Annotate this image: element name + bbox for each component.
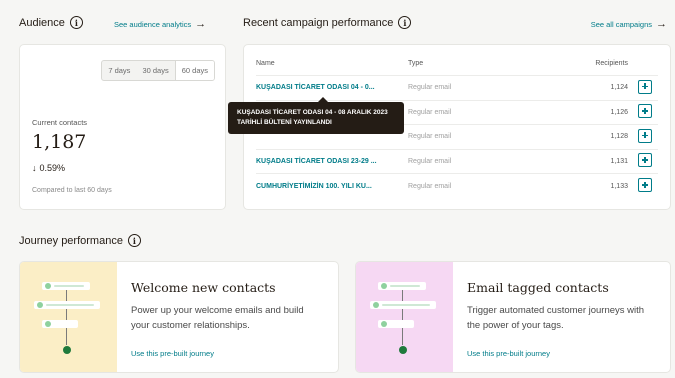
tagged-journey-illustration [356, 262, 453, 372]
range-60-days[interactable]: 60 days [174, 61, 214, 80]
welcome-journey-body: Welcome new contacts Power up your welco… [117, 262, 316, 372]
date-range-selector: 7 days 30 days 60 days [101, 60, 215, 81]
campaign-type: Regular email [408, 148, 538, 174]
campaign-type: Regular email [408, 173, 538, 198]
audience-title: Audience [19, 16, 65, 29]
campaign-type: Regular email [408, 75, 538, 100]
arrow-right-icon: → [195, 18, 207, 30]
journey-header: Journey performance i [19, 234, 141, 247]
campaign-recipients: 1,133 [538, 173, 638, 198]
see-all-campaigns-label: See all campaigns [590, 19, 652, 29]
audience-card: 7 days 30 days 60 days Current contacts … [19, 44, 226, 210]
welcome-journey-title: Welcome new contacts [131, 280, 276, 295]
campaign-recipients: 1,128 [538, 124, 638, 149]
use-prebuilt-journey-link[interactable]: Use this pre-built journey [467, 349, 652, 358]
compare-text: Compared to last 60 days [32, 187, 112, 194]
arrow-right-icon: → [656, 18, 667, 30]
range-7-days[interactable]: 7 days [102, 61, 136, 80]
campaigns-title: Recent campaign performance [243, 16, 394, 29]
column-recipients: Recipients [595, 60, 628, 67]
campaign-recipients: 1,124 [538, 75, 638, 100]
table-row: KUŞADASI TİCARET ODASI 04 - 0... Regular… [256, 75, 658, 100]
view-report-icon[interactable] [638, 178, 652, 192]
range-30-days[interactable]: 30 days [136, 61, 174, 80]
journey-card-tagged[interactable]: Email tagged contacts Trigger automated … [355, 261, 671, 373]
campaign-recipients: 1,131 [538, 148, 638, 174]
use-prebuilt-journey-link[interactable]: Use this pre-built journey [131, 349, 316, 358]
view-report-icon[interactable] [638, 153, 652, 168]
see-audience-analytics-label: See audience analytics [114, 19, 192, 29]
campaign-type: Regular email [408, 99, 538, 125]
current-contacts-label: Current contacts [32, 118, 88, 127]
table-row: CUMHURİYETİMİZİN 100. YILI KU... Regular… [256, 173, 658, 198]
see-all-campaigns-link[interactable]: See all campaigns → [591, 18, 667, 30]
table-row: KUŞADASI TİCARET ODASI 23-29 ... Regular… [256, 148, 658, 174]
info-icon[interactable]: i [69, 16, 83, 29]
welcome-journey-description: Power up your welcome emails and build y… [131, 305, 304, 331]
info-icon[interactable]: i [398, 16, 412, 29]
campaign-type: Regular email [408, 124, 538, 149]
journey-title: Journey performance [19, 234, 123, 247]
contacts-change-value: 0.59% [39, 163, 66, 173]
welcome-journey-illustration [20, 262, 117, 372]
column-type: Type [408, 60, 424, 67]
arrow-down-icon: ↓ [32, 163, 37, 173]
campaign-name-link[interactable]: KUŞADASI TİCARET ODASI 04 - 0... [256, 75, 408, 100]
campaign-recipients: 1,126 [538, 99, 638, 125]
column-name: Name [256, 60, 275, 67]
campaign-name-link[interactable]: KUŞADASI TİCARET ODASI 23-29 ... [256, 148, 408, 174]
campaign-name-link[interactable]: CUMHURİYETİMİZİN 100. YILI KU... [256, 173, 408, 198]
contacts-change: ↓ 0.59% [32, 163, 65, 173]
tagged-journey-title: Email tagged contacts [467, 280, 609, 295]
current-contacts-value: 1,187 [32, 131, 87, 153]
campaigns-header: Recent campaign performance i [243, 16, 412, 29]
audience-header: Audience i [19, 16, 83, 29]
tagged-journey-description: Trigger automated customer journeys with… [467, 305, 645, 331]
see-audience-analytics-link[interactable]: See audience analytics → [114, 18, 206, 30]
campaign-name-tooltip: KUŞADASI TİCARET ODASI 04 - 08 ARALIK 20… [228, 97, 404, 134]
view-report-icon[interactable] [638, 79, 652, 94]
tagged-journey-body: Email tagged contacts Trigger automated … [453, 262, 652, 372]
view-report-icon[interactable] [638, 104, 652, 119]
journey-card-welcome[interactable]: Welcome new contacts Power up your welco… [19, 261, 339, 373]
info-icon[interactable]: i [127, 234, 141, 247]
view-report-icon[interactable] [638, 128, 652, 143]
